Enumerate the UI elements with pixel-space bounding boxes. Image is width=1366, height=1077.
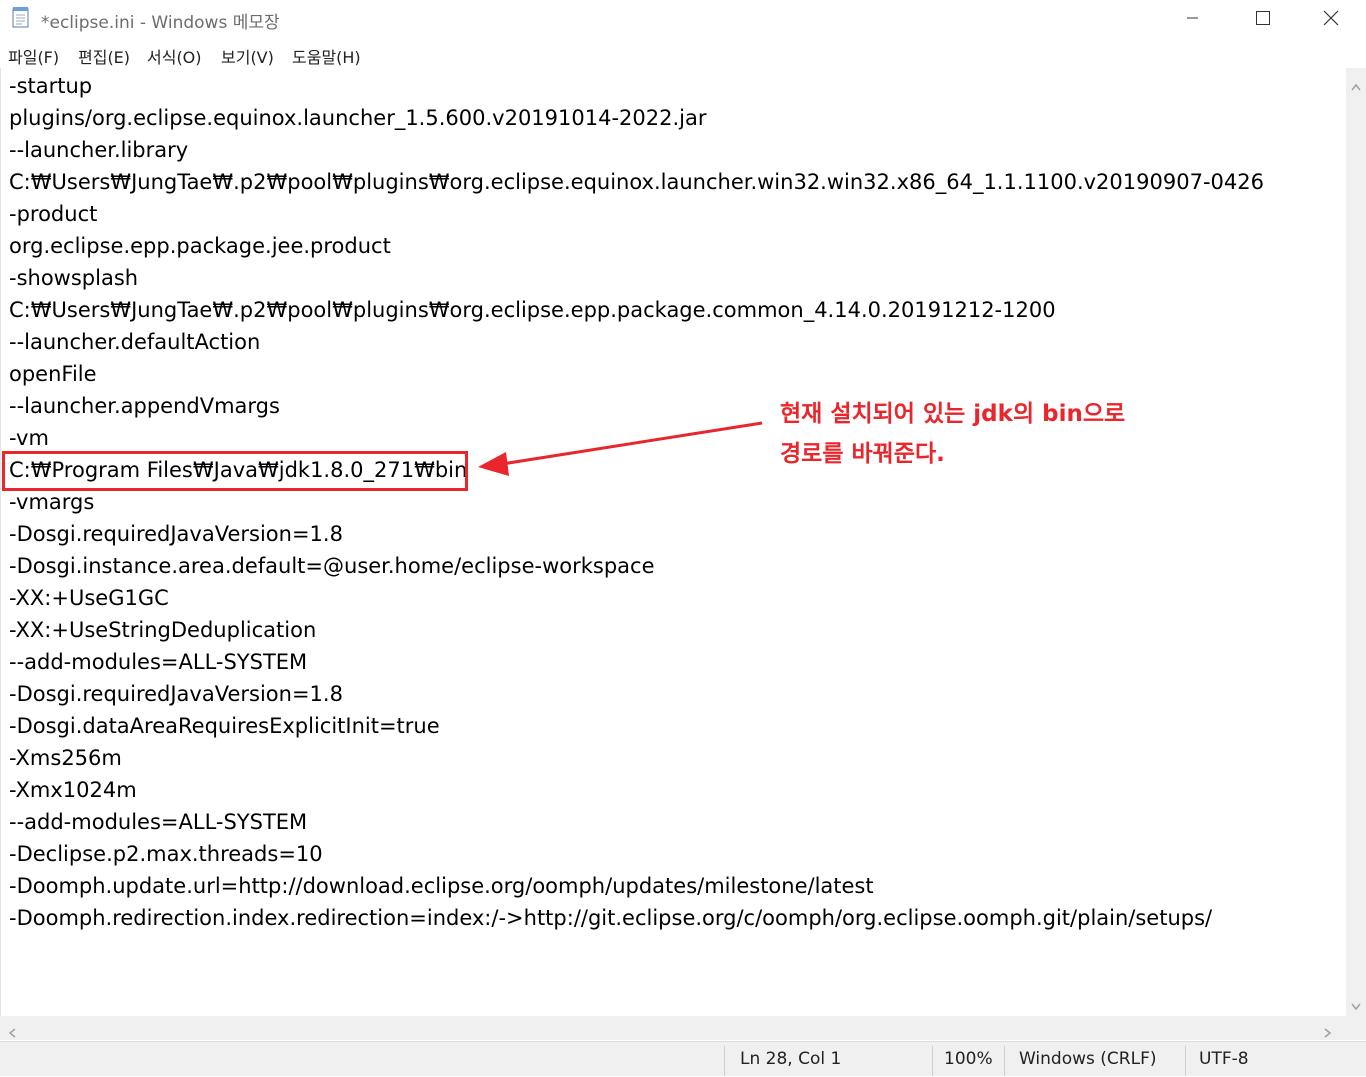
text-line: plugins/org.eclipse.equinox.launcher_1.5…: [9, 106, 707, 130]
status-bar: Ln 28, Col 1 100% Windows (CRLF) UTF-8: [0, 1041, 1366, 1076]
menu-help[interactable]: 도움말(H): [292, 44, 361, 68]
minimize-icon: [1187, 12, 1199, 24]
maximize-button[interactable]: [1228, 0, 1298, 36]
text-line: -Dosgi.dataAreaRequiresExplicitInit=true: [9, 714, 440, 738]
maximize-icon: [1256, 11, 1270, 25]
minimize-button[interactable]: [1158, 0, 1228, 36]
text-line: -Doomph.update.url=http://download.eclip…: [9, 874, 874, 898]
status-divider: [1185, 1046, 1186, 1076]
text-line: --launcher.defaultAction: [9, 330, 261, 354]
menu-format[interactable]: 서식(O): [147, 44, 202, 68]
text-line: -XX:+UseG1GC: [9, 586, 169, 610]
text-line: C:₩Users₩JungTae₩.p2₩pool₩plugins₩org.ec…: [9, 298, 1056, 322]
text-line: --launcher.appendVmargs: [9, 394, 280, 418]
notepad-icon: [12, 6, 30, 28]
text-line: openFile: [9, 362, 97, 386]
text-line: org.eclipse.epp.package.jee.product: [9, 234, 391, 258]
status-cursor-position: Ln 28, Col 1: [740, 1049, 842, 1069]
text-line: --add-modules=ALL-SYSTEM: [9, 810, 308, 834]
menu-edit[interactable]: 편집(E): [78, 44, 130, 68]
text-line: -startup: [9, 74, 93, 98]
scroll-left-icon[interactable]: [8, 1023, 16, 1042]
status-zoom: 100%: [944, 1049, 993, 1069]
text-line: -product: [9, 202, 98, 226]
scroll-down-icon[interactable]: [1351, 996, 1361, 1015]
window-title: *eclipse.ini - Windows 메모장: [41, 13, 280, 33]
text-line: -XX:+UseStringDeduplication: [9, 618, 317, 642]
text-line: -Dosgi.instance.area.default=@user.home/…: [9, 554, 655, 578]
scroll-corner: [1346, 1016, 1366, 1040]
menu-view[interactable]: 보기(V): [221, 44, 274, 68]
text-line: -vm: [9, 426, 49, 450]
close-button[interactable]: [1296, 0, 1366, 36]
scroll-up-icon[interactable]: [1351, 76, 1361, 95]
status-divider: [1004, 1046, 1005, 1076]
scroll-right-icon[interactable]: [1324, 1023, 1332, 1042]
title-bar: *eclipse.ini - Windows 메모장: [0, 0, 1366, 36]
text-line: --add-modules=ALL-SYSTEM: [9, 650, 308, 674]
text-editor[interactable]: -startup plugins/org.eclipse.equinox.laun…: [0, 68, 1346, 1016]
highlight-box: [2, 451, 468, 491]
text-line: -Declipse.p2.max.threads=10: [9, 842, 323, 866]
text-line: -Dosgi.requiredJavaVersion=1.8: [9, 522, 343, 546]
text-line: -Dosgi.requiredJavaVersion=1.8: [9, 682, 343, 706]
status-divider: [932, 1046, 933, 1076]
text-line: -Xms256m: [9, 746, 122, 770]
vertical-scrollbar[interactable]: [1346, 68, 1366, 1016]
annotation-text-line2: 경로를 바꿔준다.: [780, 441, 945, 467]
menu-bar: 파일(F) 편집(E) 서식(O) 보기(V) 도움말(H): [0, 40, 1366, 68]
text-line: -showsplash: [9, 266, 139, 290]
menu-file[interactable]: 파일(F): [8, 44, 59, 68]
text-line: -Doomph.redirection.index.redirection=in…: [9, 906, 1213, 930]
close-icon: [1323, 10, 1339, 26]
annotation-text-line1: 현재 설치되어 있는 jdk의 bin으로: [780, 401, 1126, 427]
text-line: --launcher.library: [9, 138, 189, 162]
status-line-ending: Windows (CRLF): [1019, 1049, 1157, 1069]
text-line: -Xmx1024m: [9, 778, 137, 802]
status-encoding: UTF-8: [1199, 1049, 1249, 1069]
text-line: C:₩Users₩JungTae₩.p2₩pool₩plugins₩org.ec…: [9, 170, 1264, 194]
horizontal-scrollbar[interactable]: [0, 1016, 1346, 1040]
status-divider: [724, 1046, 725, 1076]
